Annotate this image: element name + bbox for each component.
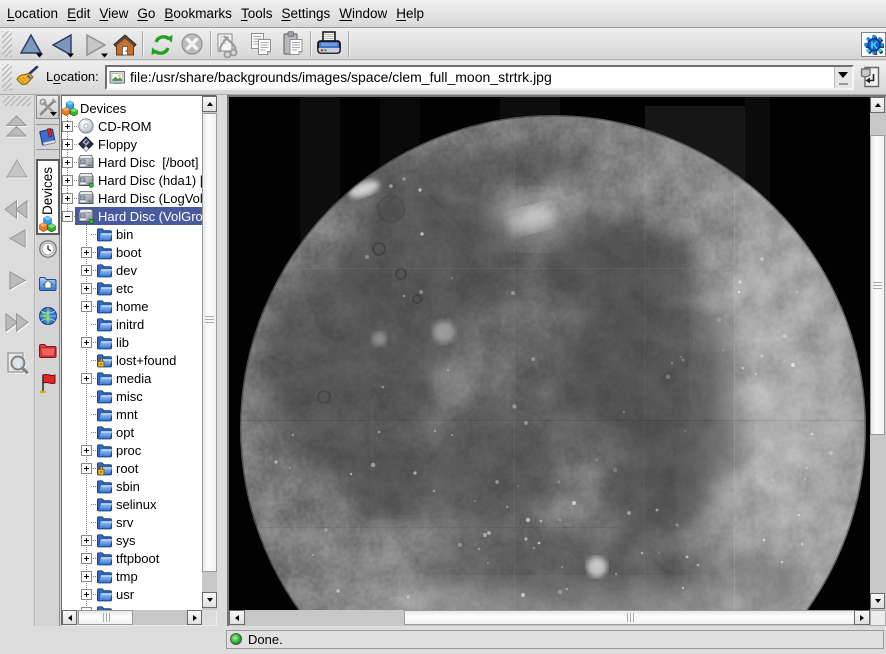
svg-text:K: K xyxy=(871,40,879,51)
